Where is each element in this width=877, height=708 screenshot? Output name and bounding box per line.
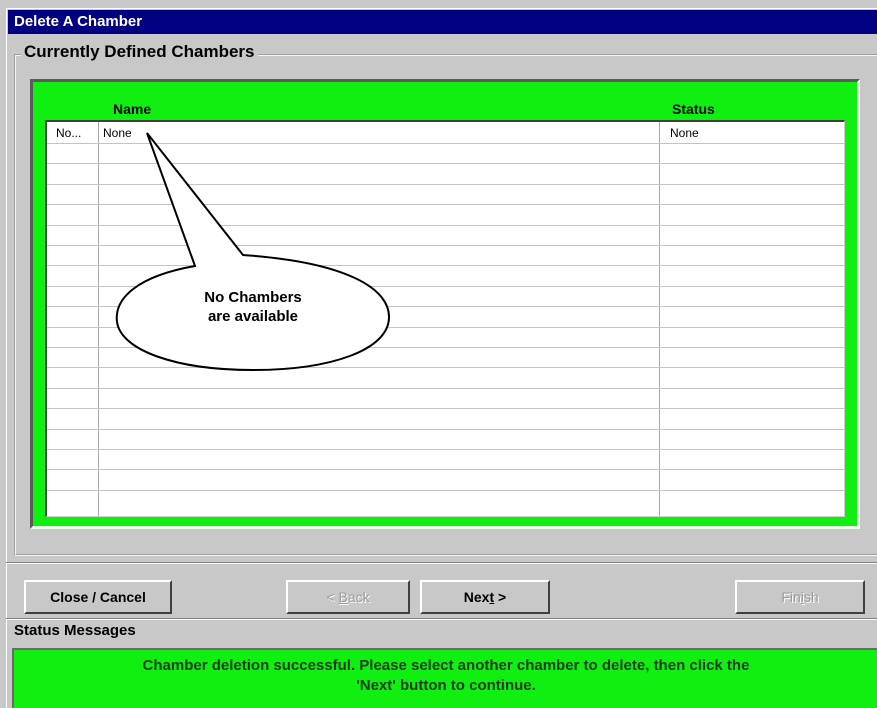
- separator: [6, 618, 877, 620]
- row-status-cell: None: [670, 126, 699, 140]
- finish-button[interactable]: Finish: [735, 580, 865, 614]
- column-header-status[interactable]: Status: [672, 100, 715, 118]
- finish-label-suffix: sh: [803, 589, 819, 605]
- status-message-text: Chamber deletion successful. Please sele…: [22, 656, 870, 696]
- separator: [6, 562, 877, 564]
- back-button[interactable]: < Back: [286, 580, 410, 614]
- row-name-cell: None: [103, 126, 132, 140]
- callout-line-1: No Chambers: [204, 289, 302, 306]
- callout-line-2: are available: [207, 308, 299, 325]
- column-divider: [98, 122, 99, 516]
- next-label-suffix: >: [494, 589, 507, 605]
- status-line-2: 'Next' button to continue.: [356, 677, 536, 694]
- row-id-cell: No...: [56, 126, 82, 140]
- groupbox-legend: Currently Defined Chambers: [21, 42, 258, 62]
- next-label-prefix: Nex: [463, 589, 490, 605]
- next-button[interactable]: Next >: [420, 580, 550, 614]
- callout-text: No Chambers are available: [116, 288, 390, 326]
- back-label-mnemonic: B: [338, 589, 348, 605]
- back-label-suffix: ack: [347, 589, 370, 605]
- close-cancel-button[interactable]: Close / Cancel: [24, 580, 172, 614]
- column-header-name[interactable]: Name: [113, 100, 151, 118]
- status-line-1: Chamber deletion successful. Please sele…: [142, 657, 750, 674]
- status-messages-label: Status Messages: [14, 622, 136, 639]
- back-label-prefix: <: [326, 589, 339, 605]
- finish-label-prefix: Fin: [781, 589, 801, 605]
- column-divider: [659, 122, 660, 516]
- window-title: Delete A Chamber: [8, 10, 877, 34]
